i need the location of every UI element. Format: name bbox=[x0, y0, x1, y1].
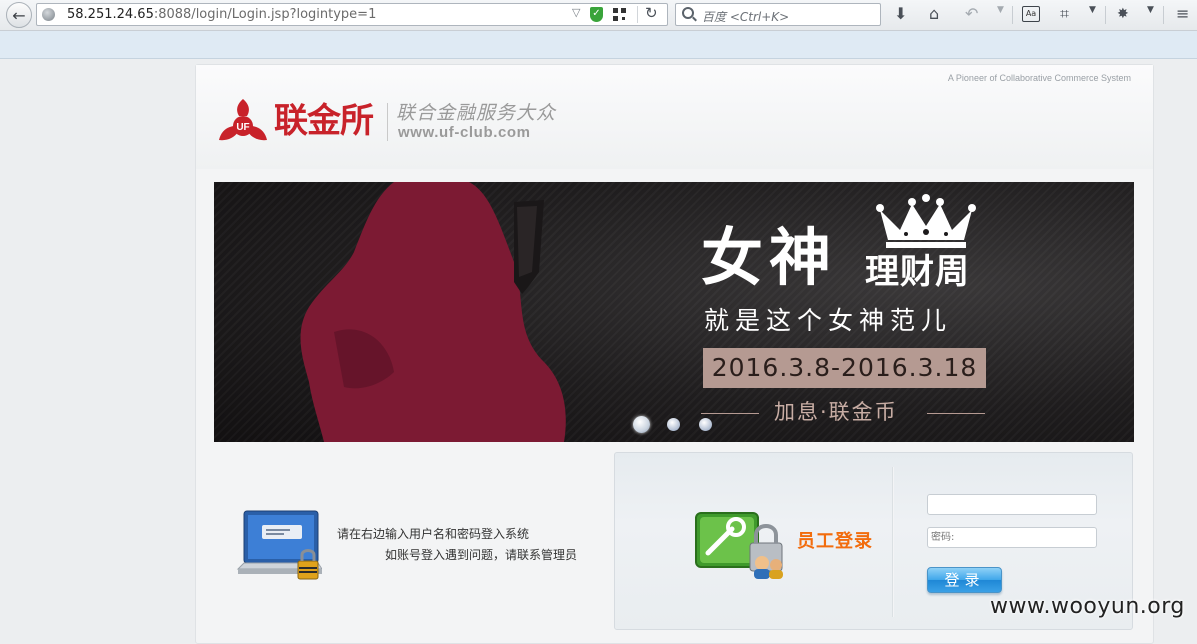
page-header: A Pioneer of Collaborative Commerce Syst… bbox=[196, 65, 1153, 169]
login-button[interactable]: 登录 bbox=[927, 567, 1002, 593]
search-placeholder: 百度 <Ctrl+K> bbox=[702, 10, 790, 24]
history-dropdown-icon[interactable]: ▽ bbox=[572, 6, 580, 19]
banner-subtitle: 理财周 bbox=[865, 252, 970, 292]
qr-code-icon[interactable] bbox=[613, 8, 626, 21]
logo-mark-icon: UF bbox=[219, 99, 267, 141]
login-panel-divider bbox=[892, 467, 894, 617]
banner-rule-left bbox=[701, 413, 759, 414]
watermark: www.wooyun.org bbox=[990, 594, 1185, 619]
url-host: 58.251.24.65 bbox=[67, 7, 154, 22]
address-bar-divider bbox=[637, 6, 638, 23]
slide-dot-3[interactable] bbox=[699, 418, 712, 431]
logo-slogan: 联合金融服务大众 bbox=[396, 102, 557, 124]
reload-icon[interactable]: ↻ bbox=[645, 4, 658, 22]
banner-rule-right bbox=[927, 413, 985, 414]
toolbar-divider bbox=[1012, 6, 1013, 24]
hint-text-2: 如账号登入遇到问题，请联系管理员 bbox=[385, 548, 578, 562]
login-lock-icon bbox=[695, 512, 783, 579]
globe-icon bbox=[42, 8, 55, 21]
menu-icon[interactable]: ≡ bbox=[1176, 3, 1189, 25]
back-arrow-icon: ← bbox=[12, 5, 26, 25]
logo-name: 联金所 bbox=[274, 101, 374, 141]
security-shield-icon[interactable]: ✓ bbox=[590, 7, 603, 22]
password-input[interactable] bbox=[927, 527, 1097, 548]
slide-dot-2[interactable] bbox=[667, 418, 680, 431]
username-input[interactable] bbox=[927, 494, 1097, 515]
crown-icon bbox=[876, 194, 976, 248]
slide-dot-1[interactable] bbox=[633, 416, 650, 433]
login-title: 员工登录 bbox=[797, 531, 873, 552]
crop-dropdown-icon[interactable]: ▼ bbox=[1089, 5, 1096, 15]
svg-text:UF: UF bbox=[236, 122, 249, 133]
toolbar-divider bbox=[1163, 6, 1164, 24]
banner-title: 女神 bbox=[701, 221, 838, 294]
home-icon[interactable]: ⌂ bbox=[929, 3, 939, 25]
hint-text-1: 请在右边输入用户名和密码登入系统 bbox=[337, 527, 530, 541]
promo-banner[interactable]: 女神 理财周 就是这个女神范儿 2016.3.8-2016.3.18 加息·联金… bbox=[214, 182, 1134, 442]
back-button[interactable]: ← bbox=[6, 2, 32, 28]
extension-dropdown-icon[interactable]: ▼ bbox=[1147, 5, 1154, 15]
search-bar[interactable]: 百度 <Ctrl+K> bbox=[675, 3, 881, 26]
laptop-lock-icon bbox=[236, 510, 322, 580]
undo-dropdown-icon[interactable]: ▼ bbox=[997, 5, 1004, 15]
undo-icon[interactable]: ↶ bbox=[965, 3, 978, 25]
search-icon bbox=[682, 7, 694, 19]
crop-icon[interactable]: ⌗ bbox=[1060, 3, 1069, 25]
url-path: :8088/login/Login.jsp?logintype=1 bbox=[153, 7, 377, 22]
banner-slogan: 就是这个女神范儿 bbox=[704, 306, 953, 335]
download-icon[interactable]: ⬇ bbox=[894, 3, 907, 25]
toolbar-divider bbox=[1105, 6, 1106, 24]
url-text[interactable]: 58.251.24.65:8088/login/Login.jsp?logint… bbox=[67, 7, 376, 22]
extension-icon[interactable]: ✸ bbox=[1117, 3, 1129, 25]
banner-figure-image bbox=[300, 182, 566, 442]
logo-url: www.uf-club.com bbox=[398, 124, 531, 141]
banner-date-box: 2016.3.8-2016.3.18 bbox=[703, 348, 986, 388]
address-bar[interactable]: 58.251.24.65:8088/login/Login.jsp?logint… bbox=[36, 3, 668, 26]
reader-mode-icon[interactable]: Aa bbox=[1022, 6, 1040, 22]
logo-divider bbox=[387, 103, 388, 141]
tagline: A Pioneer of Collaborative Commerce Syst… bbox=[947, 73, 1131, 83]
banner-footnote: 加息·联金币 bbox=[774, 400, 898, 424]
bookmark-bar bbox=[0, 31, 1197, 59]
banner-date-range: 2016.3.8-2016.3.18 bbox=[711, 353, 978, 382]
browser-toolbar: ← 58.251.24.65:8088/login/Login.jsp?logi… bbox=[0, 0, 1197, 31]
